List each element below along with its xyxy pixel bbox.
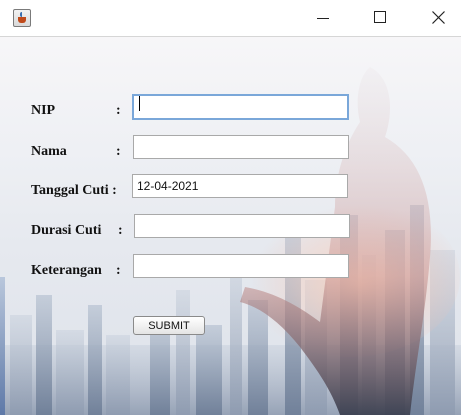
nip-label: NIP [31,103,56,118]
title-bar [0,0,461,37]
maximize-button[interactable] [357,0,403,36]
minimize-button[interactable] [300,0,346,36]
close-icon [432,11,445,24]
submit-button[interactable]: SUBMIT [133,316,205,335]
close-button[interactable] [415,0,461,36]
nama-input[interactable] [133,135,349,159]
text-caret [139,96,140,111]
nip-colon: : [116,103,121,118]
nip-input[interactable] [132,94,349,120]
nama-label: Nama [31,144,67,159]
java-cup-icon[interactable] [13,9,31,27]
maximize-icon [374,11,386,23]
durasi-cuti-colon: : [118,223,123,238]
nama-colon: : [116,144,121,159]
minimize-icon [317,18,329,19]
left-edge-accent [0,277,5,415]
keterangan-colon: : [116,263,121,278]
durasi-cuti-input[interactable] [134,214,350,238]
tanggal-cuti-label: Tanggal Cuti : [31,183,117,198]
tanggal-cuti-input[interactable] [132,174,348,198]
durasi-cuti-label: Durasi Cuti [31,223,102,238]
keterangan-label: Keterangan [31,263,102,278]
keterangan-input[interactable] [133,254,349,278]
